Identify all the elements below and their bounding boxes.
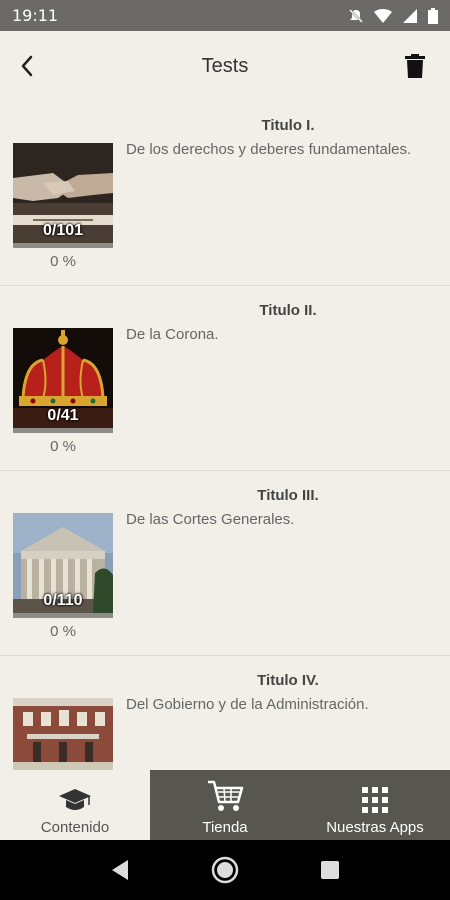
- mute-icon: [349, 8, 363, 23]
- status-time: 19:11: [12, 6, 59, 25]
- item-description: De las Cortes Generales.: [126, 511, 295, 528]
- item-thumbnail: 0/101: [13, 143, 113, 248]
- item-percent: 0 %: [50, 438, 76, 455]
- system-navigation-bar: [0, 840, 450, 900]
- nav-nuestras-apps[interactable]: Nuestras Apps: [300, 770, 450, 840]
- item-count: 0/110: [43, 592, 83, 609]
- item-description: De los derechos y deberes fundamentales.: [126, 141, 412, 158]
- nav-label: Contenido: [40, 819, 110, 836]
- list-item[interactable]: Titulo IV. Del Gobierno y de la Administ…: [0, 656, 450, 770]
- item-title: Titulo III.: [257, 487, 319, 504]
- status-icons: [348, 7, 438, 24]
- item-title: Titulo IV.: [257, 672, 319, 689]
- item-count: 0/101: [42, 222, 84, 239]
- progress-bar: [13, 428, 113, 433]
- government-building-image: [13, 698, 113, 770]
- status-bar: 19:11: [0, 0, 450, 31]
- wifi-icon: [374, 8, 392, 23]
- nav-label: Nuestras Apps: [326, 819, 424, 836]
- item-thumbnail: [13, 698, 113, 770]
- nav-tienda[interactable]: Tienda: [150, 770, 300, 840]
- item-title: Titulo I.: [261, 117, 315, 134]
- page-title: Tests: [201, 55, 249, 77]
- item-count: 0/41: [47, 407, 79, 424]
- grid-icon: [362, 787, 388, 813]
- item-thumbnail: 0/110: [13, 513, 113, 618]
- nav-label: Tienda: [202, 819, 248, 836]
- home-circle-icon[interactable]: [210, 855, 240, 885]
- list-item[interactable]: 0/101 0 % Titulo I. De los derechos y de…: [0, 101, 450, 286]
- item-percent: 0 %: [50, 623, 76, 640]
- recents-square-icon[interactable]: [320, 860, 340, 880]
- trash-icon: [405, 54, 425, 78]
- progress-bar: [13, 613, 113, 618]
- list-item[interactable]: 0/110 0 % Titulo III. De las Cortes Gene…: [0, 471, 450, 656]
- app-bar: Tests: [0, 31, 450, 101]
- item-title: Titulo II.: [259, 302, 317, 319]
- item-thumbnail: 0/41: [13, 328, 113, 433]
- progress-bar: [13, 243, 113, 248]
- test-list[interactable]: 0/101 0 % Titulo I. De los derechos y de…: [0, 101, 450, 770]
- graduation-cap-icon: [59, 789, 91, 810]
- item-description: Del Gobierno y de la Administración.: [126, 696, 369, 713]
- signal-icon: [403, 8, 417, 23]
- cart-icon: [208, 780, 244, 811]
- item-description: De la Corona.: [126, 326, 219, 343]
- nav-contenido[interactable]: Contenido: [0, 770, 150, 840]
- bottom-navigation: Contenido Tienda Nuestras Apps: [0, 770, 450, 840]
- delete-button[interactable]: [402, 51, 428, 81]
- battery-icon: [428, 7, 438, 24]
- item-percent: 0 %: [50, 253, 76, 270]
- back-triangle-icon[interactable]: [110, 859, 130, 881]
- list-item[interactable]: 0/41 0 % Titulo II. De la Corona.: [0, 286, 450, 471]
